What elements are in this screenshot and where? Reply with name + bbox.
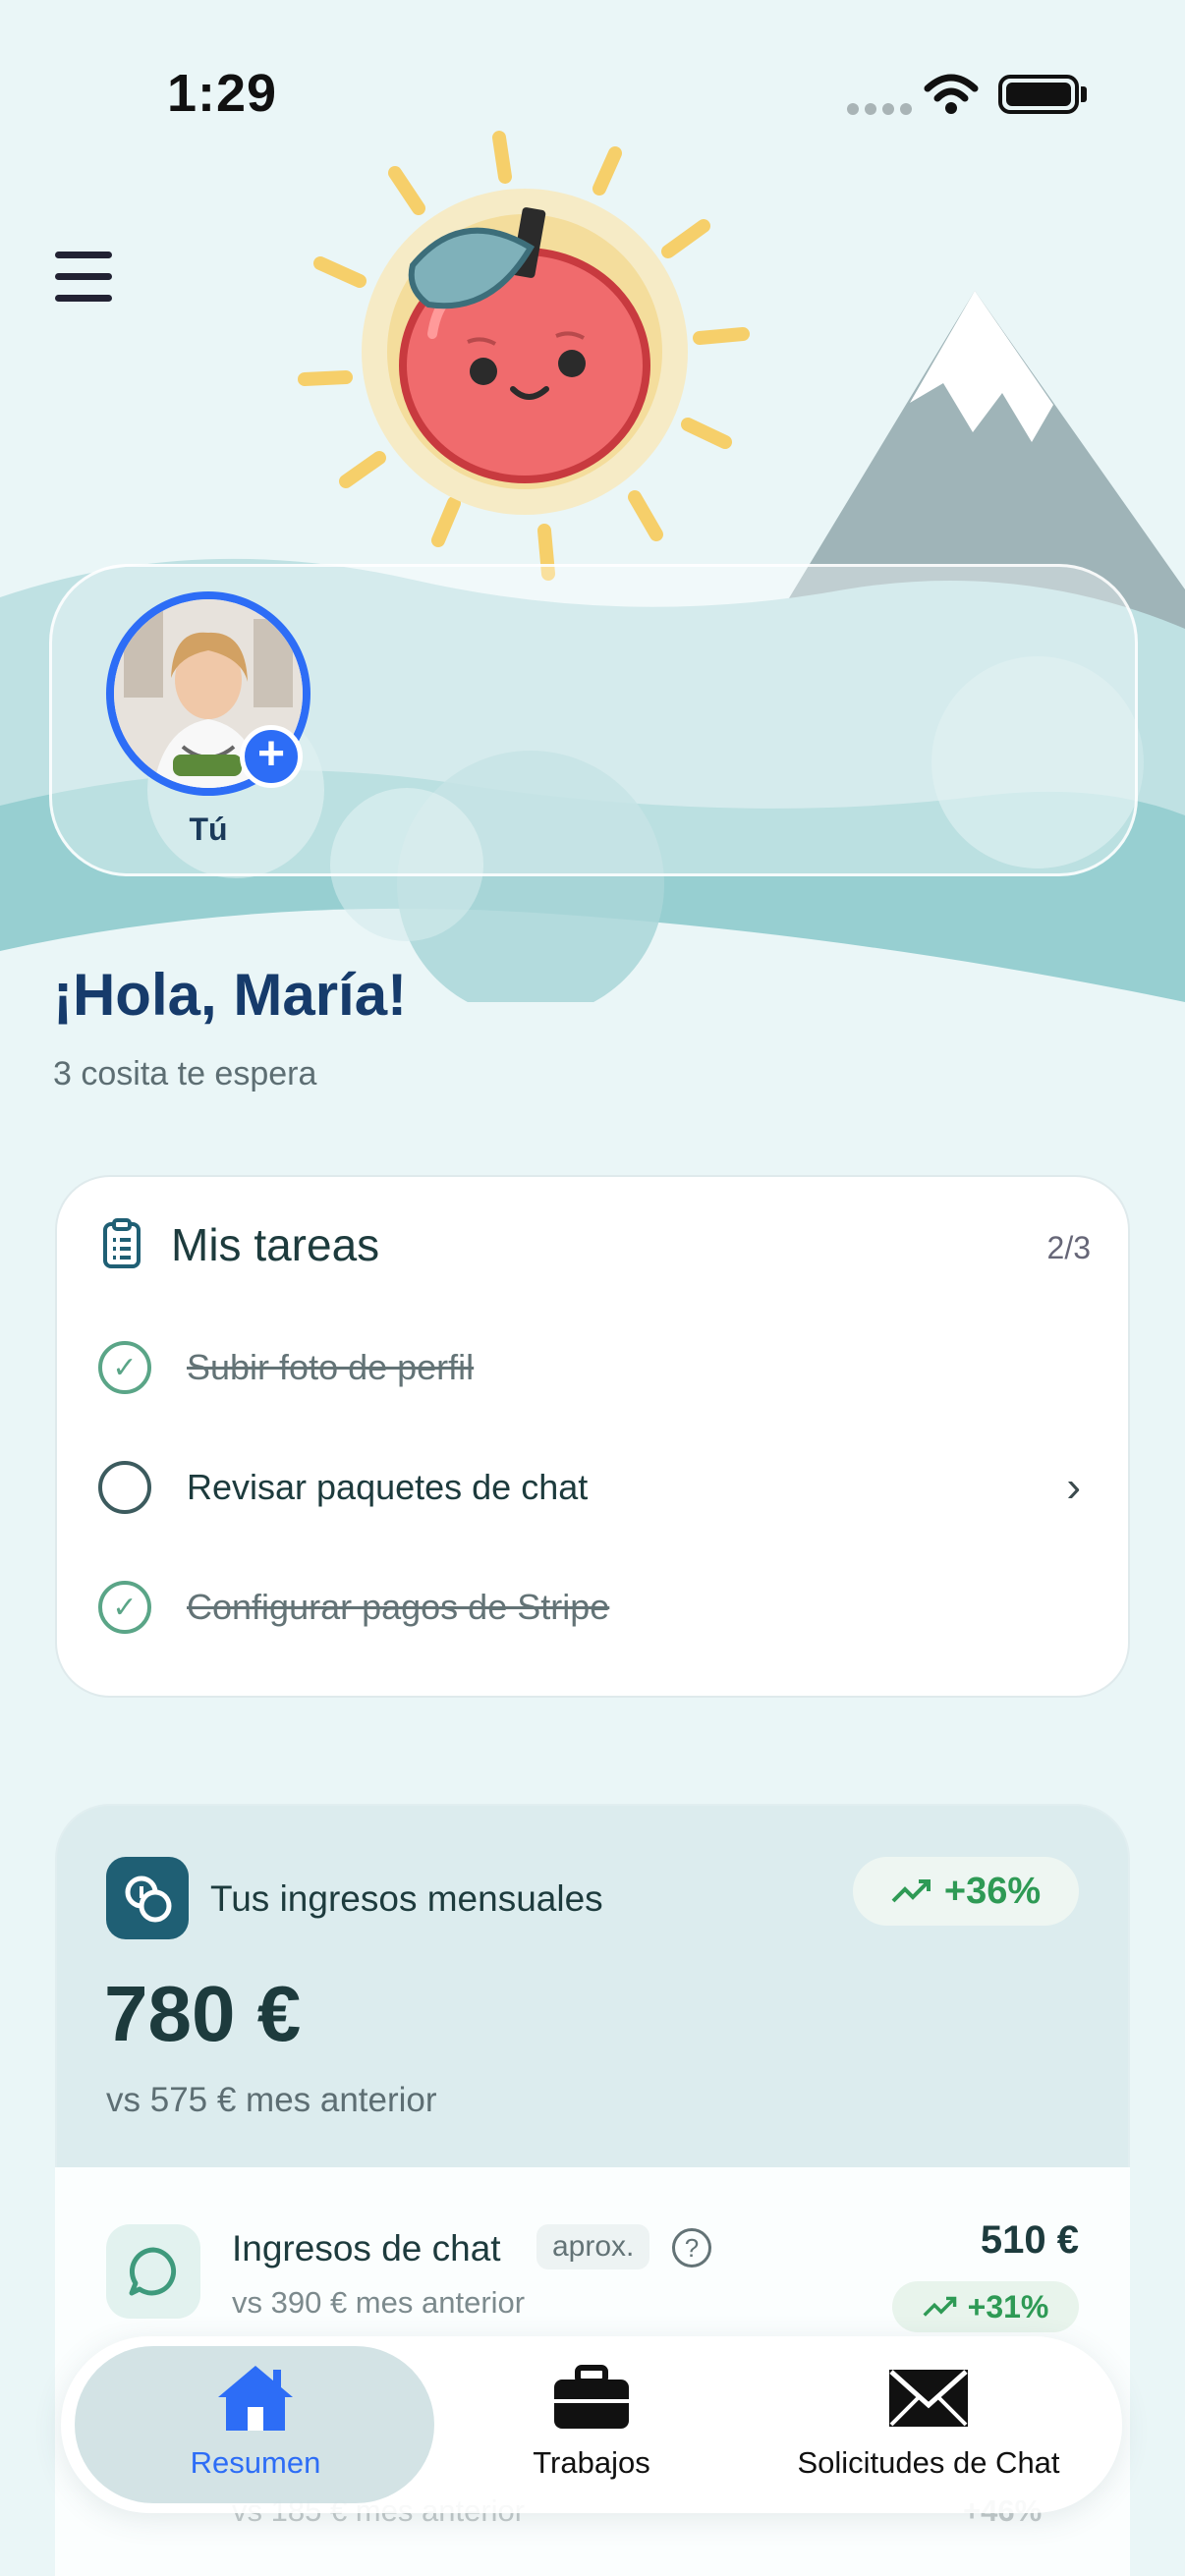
check-icon[interactable]: ✓ [98, 1581, 151, 1634]
page-title: ¡Hola, María! [53, 962, 408, 1028]
task-item[interactable]: ✓ Configurar pagos de Stripe [98, 1578, 1081, 1637]
clipboard-icon [103, 1218, 141, 1268]
status-time: 1:29 [167, 64, 278, 123]
tab-label: Solicitudes de Chat [797, 2445, 1060, 2480]
home-icon [218, 2366, 293, 2431]
tasks-title: Mis tareas [171, 1219, 380, 1270]
chat-income-trend: +31% [892, 2281, 1079, 2332]
help-icon[interactable]: ? [672, 2228, 711, 2268]
page-subtitle: 3 cosita te espera [53, 1055, 317, 1092]
tasks-count: 2/3 [1046, 1230, 1091, 1265]
check-icon[interactable]: ✓ [98, 1341, 151, 1394]
tab-label: Resumen [190, 2445, 321, 2480]
briefcase-icon [554, 2365, 629, 2429]
avatar-label: Tú [189, 812, 228, 847]
chat-income-comparison: vs 390 € mes anterior [232, 2285, 526, 2320]
approx-badge: aprox. [536, 2224, 650, 2269]
task-item[interactable]: Revisar paquetes de chat › [98, 1458, 1081, 1517]
chevron-right-icon: › [1066, 1463, 1081, 1511]
tab-resumen[interactable]: Resumen [138, 2362, 373, 2481]
checkbox-empty-icon[interactable] [98, 1461, 151, 1514]
income-trend-badge: +36% [853, 1857, 1079, 1926]
chat-income-title: Ingresos de chat [232, 2228, 501, 2268]
chat-income-trend-value: +31% [967, 2288, 1049, 2324]
income-comparison: vs 575 € mes anterior [106, 2081, 437, 2119]
envelope-icon [889, 2370, 968, 2427]
income-amount: 780 € [104, 1970, 302, 2057]
chat-bubble-icon [106, 2224, 200, 2319]
tab-solicitudes-chat[interactable]: Solicitudes de Chat [776, 2362, 1081, 2481]
tab-label: Trabajos [533, 2445, 650, 2480]
trend-up-icon [923, 2296, 956, 2317]
income-trend-value: +36% [943, 1870, 1042, 1912]
tab-trabajos[interactable]: Trabajos [474, 2362, 709, 2481]
battery-icon [998, 75, 1079, 114]
signal-icon [847, 102, 918, 120]
trend-up-icon [891, 1879, 931, 1903]
wifi-icon [924, 74, 979, 114]
task-label: Revisar paquetes de chat [187, 1467, 589, 1507]
chat-income-amount: 510 € [980, 2218, 1079, 2262]
menu-icon[interactable] [55, 252, 112, 303]
task-label: Configurar pagos de Stripe [187, 1587, 610, 1627]
coins-icon [106, 1857, 189, 1939]
income-title: Tus ingresos mensuales [210, 1878, 603, 1919]
task-label: Subir foto de perfil [187, 1347, 475, 1387]
task-item[interactable]: ✓ Subir foto de perfil [98, 1338, 1081, 1397]
add-story-button[interactable]: + [240, 725, 303, 788]
battery-tip [1081, 86, 1087, 102]
